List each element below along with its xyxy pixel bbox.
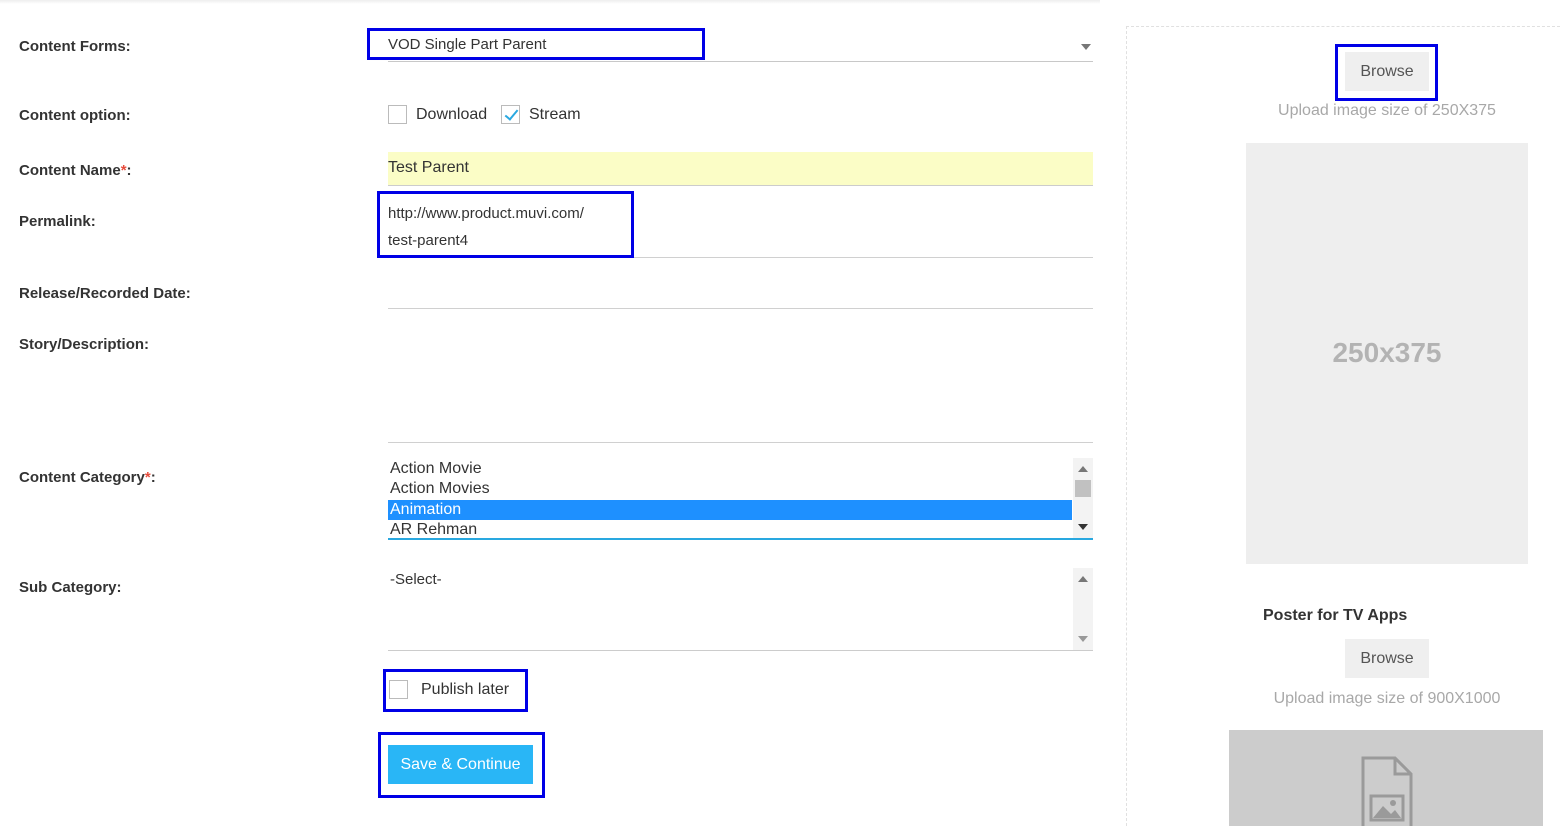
download-label: Download bbox=[416, 106, 488, 123]
tv-poster-preview bbox=[1229, 730, 1543, 826]
story-label: Story/Description: bbox=[19, 336, 150, 353]
highlight-box-content-forms bbox=[367, 28, 705, 60]
upload-hint-poster: Upload image size of 250X375 bbox=[1278, 102, 1496, 119]
upload-hint-tv: Upload image size of 900X1000 bbox=[1273, 690, 1501, 707]
permalink-label: Permalink: bbox=[19, 213, 96, 230]
content-name-label: Content Name*: bbox=[19, 162, 132, 179]
poster-placeholder-text: 250x375 bbox=[1332, 337, 1442, 368]
sub-category-label: Sub Category: bbox=[19, 579, 122, 596]
category-scrollbar[interactable] bbox=[1073, 458, 1093, 538]
content-category-label-text: Content Category bbox=[19, 469, 145, 486]
scroll-down-icon[interactable] bbox=[1078, 524, 1088, 530]
sub-category-value[interactable]: -Select- bbox=[390, 571, 442, 588]
stream-checkbox[interactable] bbox=[501, 105, 520, 124]
tv-poster-title: Poster for TV Apps bbox=[1263, 607, 1408, 624]
story-textarea[interactable] bbox=[388, 320, 1093, 443]
sub-category-scrollbar[interactable] bbox=[1073, 568, 1093, 650]
list-item[interactable]: AR Rehman bbox=[388, 520, 1072, 540]
sub-category-listbox[interactable]: -Select- bbox=[388, 568, 1093, 651]
stream-label: Stream bbox=[529, 106, 581, 123]
label-colon: : bbox=[126, 162, 132, 179]
content-option-label: Content option: bbox=[19, 107, 131, 124]
content-name-label-text: Content Name bbox=[19, 162, 121, 179]
highlight-box-permalink bbox=[377, 191, 634, 258]
highlight-box-save bbox=[378, 732, 545, 798]
highlight-box-publish-later bbox=[383, 669, 528, 712]
highlight-box-browse bbox=[1335, 44, 1438, 101]
release-date-input[interactable] bbox=[388, 308, 1093, 309]
top-divider bbox=[0, 0, 1100, 4]
image-file-icon bbox=[1361, 756, 1413, 826]
poster-preview: 250x375 bbox=[1246, 143, 1528, 564]
scroll-down-icon[interactable] bbox=[1078, 636, 1088, 642]
scroll-thumb[interactable] bbox=[1075, 480, 1091, 497]
list-item[interactable]: Action Movie bbox=[388, 459, 1072, 479]
label-colon: : bbox=[150, 469, 156, 486]
list-item[interactable]: Action Movies bbox=[388, 479, 1072, 499]
browse-tv-poster-button[interactable]: Browse bbox=[1345, 639, 1429, 678]
download-checkbox[interactable] bbox=[388, 105, 407, 124]
list-item-selected[interactable]: Animation bbox=[388, 500, 1072, 520]
content-category-listbox[interactable]: Action Movie Action Movies Animation AR … bbox=[388, 458, 1093, 540]
scroll-up-icon[interactable] bbox=[1078, 466, 1088, 472]
scroll-up-icon[interactable] bbox=[1078, 576, 1088, 582]
content-name-input[interactable]: Test Parent bbox=[388, 152, 1093, 186]
release-date-label: Release/Recorded Date: bbox=[19, 285, 191, 302]
chevron-down-icon bbox=[1081, 44, 1091, 50]
content-forms-label: Content Forms: bbox=[19, 38, 131, 55]
content-category-label: Content Category*: bbox=[19, 469, 156, 486]
